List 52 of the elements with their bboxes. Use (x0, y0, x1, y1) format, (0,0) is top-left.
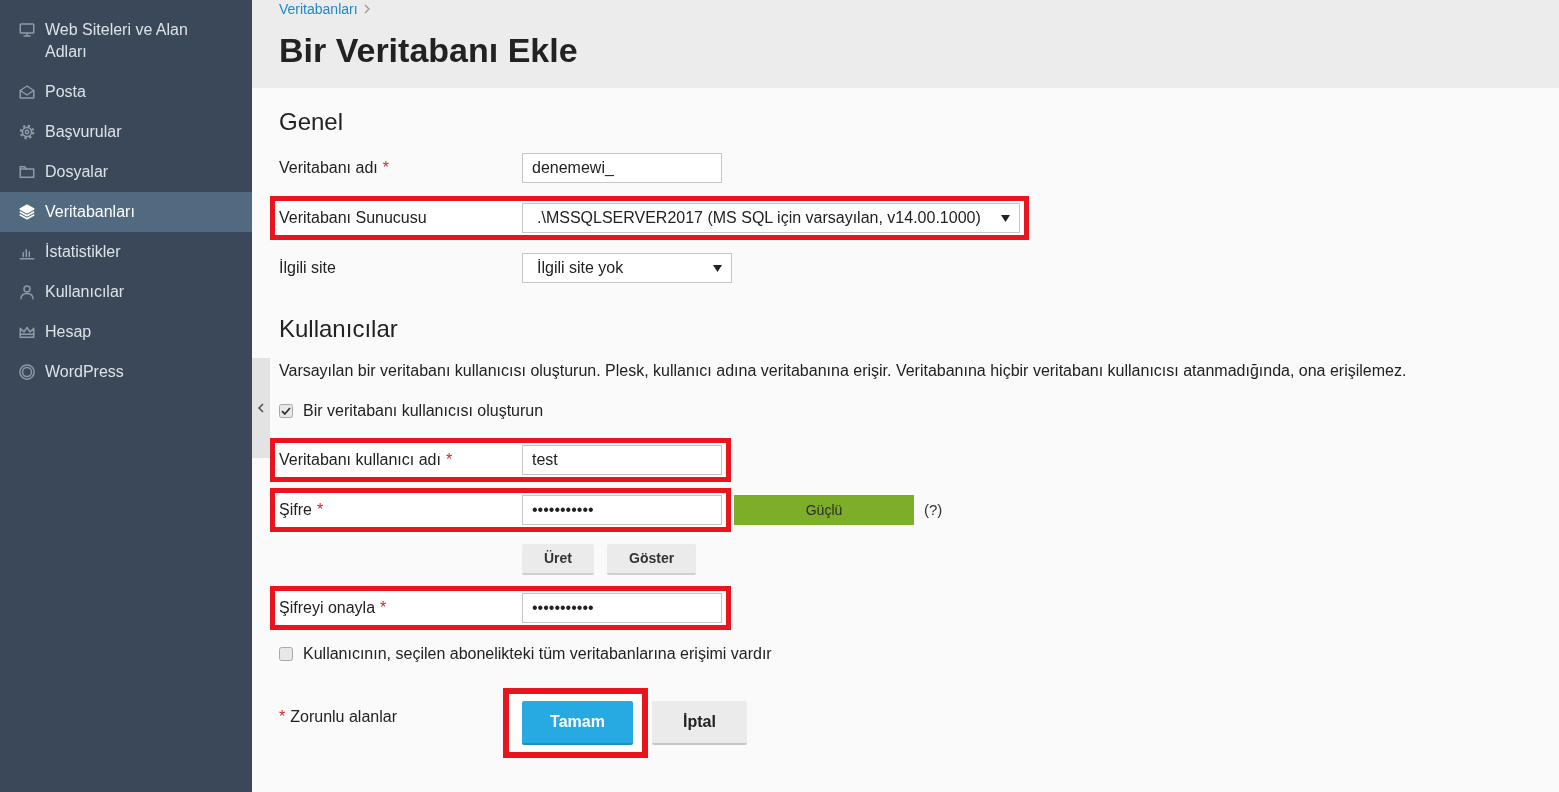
field-label: Şifre (279, 500, 312, 520)
button[interactable]: Göster (607, 543, 697, 575)
sidebar-collapse-button[interactable] (252, 358, 270, 458)
sidebar-item[interactable]: Veritabanları (0, 192, 252, 232)
sidebar-item[interactable]: Posta (0, 72, 252, 112)
input-field[interactable]: denemewi_ (522, 153, 722, 183)
folder-icon (18, 163, 36, 181)
section-heading: Genel (279, 107, 345, 137)
password-field[interactable]: ••••••••••• (522, 593, 722, 623)
chevron-right-icon (363, 4, 370, 14)
cancel-button[interactable]: İptal (652, 701, 747, 745)
ring-icon (18, 363, 36, 381)
field-label: Veritabanı kullanıcı adı (279, 450, 441, 470)
required-mark: * (279, 706, 286, 727)
required-mark: * (316, 500, 324, 520)
sidebar-item[interactable]: Kullanıcılar (0, 272, 252, 312)
caret-icon (1000, 214, 1010, 222)
sidebar-item[interactable]: WordPress (0, 352, 252, 392)
dropdown[interactable]: İlgili site yok (522, 253, 732, 283)
button[interactable]: Üret (522, 543, 594, 575)
help-link[interactable]: (?) (924, 498, 943, 522)
page-title: Bir Veritabanı Ekle (279, 30, 579, 70)
sidebar-item[interactable]: Dosyalar (0, 152, 252, 192)
monitor-icon (18, 21, 36, 39)
section-heading: Kullanıcılar (279, 314, 399, 344)
field-label: Şifreyi onayla (279, 598, 376, 618)
sidebar-item[interactable]: Başvurular (0, 112, 252, 152)
checkbox[interactable] (279, 647, 293, 661)
chevron-left-icon (258, 403, 264, 413)
checkbox-label: Kullanıcının, seçilen abonelikteki tüm veritabanlarına erişimi vardır (303, 644, 772, 664)
field-label: Veritabanı adı (279, 158, 378, 178)
strength-indicator: Güçlü (734, 495, 914, 525)
field-label: Veritabanı Sunucusu (279, 208, 427, 228)
field-label: İlgili site (279, 258, 336, 278)
user-icon (18, 283, 36, 301)
description-text: Varsayılan bir veritabanı kullanıcısı oluşturun. Plesk, kullanıcı adına veritabanına erişir. Veritabanına hiçbir veritabanı kullanıcısı atanmadığında, ona erişilemez. (279, 361, 1408, 381)
dropdown[interactable]: .\MSSQLSERVER2017 (MS SQL için varsayılan, v14.00.1000) (522, 203, 1020, 233)
checkbox-label: Bir veritabanı kullanıcısı oluşturun (303, 401, 544, 421)
envelope-icon (18, 83, 36, 101)
layers-icon (18, 203, 36, 221)
caret-icon (713, 264, 722, 272)
gear-icon (18, 123, 36, 141)
required-note: Zorunlu alanlar (290, 706, 397, 727)
input-field[interactable]: test (522, 445, 722, 475)
sidebar-item[interactable]: Hesap (0, 312, 252, 352)
required-mark: * (382, 158, 389, 178)
required-mark: * (380, 598, 387, 618)
password-field[interactable]: ••••••••••• (522, 495, 722, 525)
sidebar-item[interactable]: Web Siteleri ve Alan Adları (0, 10, 252, 72)
sidebar-item[interactable]: İstatistikler (0, 232, 252, 272)
checkbox[interactable] (279, 404, 293, 418)
required-mark: * (445, 450, 453, 470)
